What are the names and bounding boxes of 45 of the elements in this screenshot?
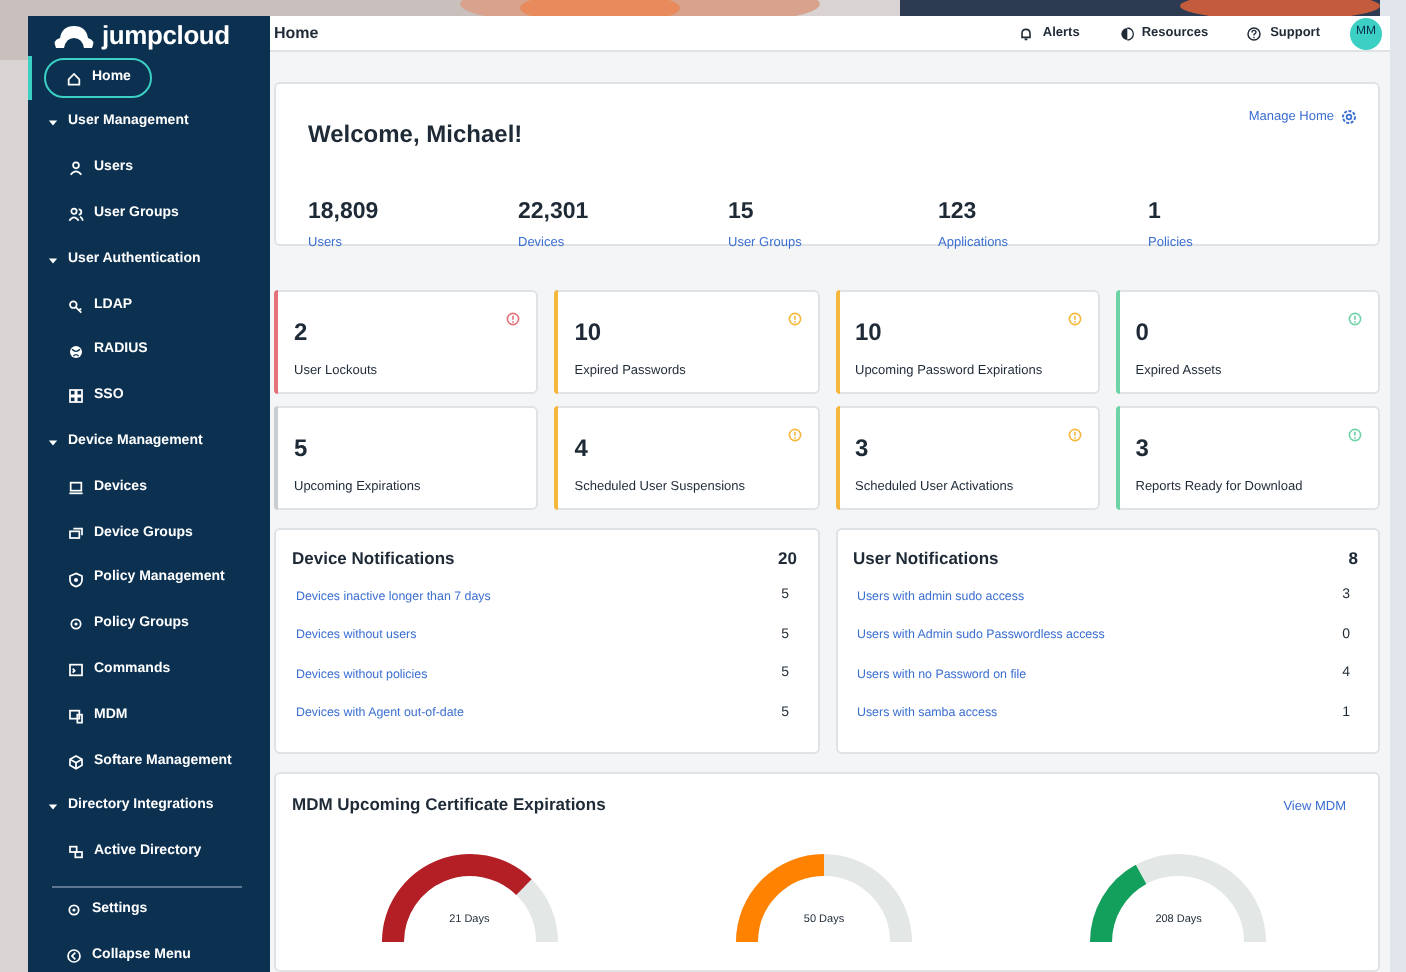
folder-icon	[68, 844, 84, 861]
shield-gear-icon	[68, 571, 84, 588]
laptop-icon	[68, 480, 84, 497]
key-icon	[68, 297, 84, 314]
help-icon	[1246, 25, 1263, 41]
bell-icon	[1018, 25, 1035, 41]
caret-icon	[48, 255, 58, 266]
home-icon	[66, 69, 82, 86]
laptops-icon	[68, 525, 84, 542]
stat-value: 123	[938, 198, 979, 228]
page-title: Home	[274, 21, 319, 45]
stat-value: 15	[728, 198, 756, 228]
collapse-icon	[66, 948, 82, 965]
notification-total: 8	[1348, 546, 1358, 572]
alert-count: 10	[855, 316, 882, 350]
card-title: User Notifications	[853, 546, 999, 572]
cloud-icon	[52, 22, 96, 49]
card-title: Device Notifications	[292, 546, 455, 572]
alert-count: 3	[855, 432, 869, 466]
welcome-title: Welcome, Michael!	[308, 118, 523, 152]
alert-count: 4	[574, 432, 588, 466]
alert-count: 2	[294, 316, 308, 350]
caret-icon	[48, 437, 58, 448]
stat-value: 1	[1148, 198, 1163, 228]
person-icon	[68, 160, 84, 177]
terminal-icon	[68, 662, 84, 679]
alert-count: 0	[1135, 316, 1149, 350]
half-circle-icon	[1117, 25, 1134, 41]
devices-icon	[68, 708, 84, 725]
settings-icon	[1340, 108, 1358, 127]
grid-icon	[68, 388, 84, 405]
notification-total: 20	[778, 546, 797, 572]
stat-value: 18,809	[308, 198, 381, 228]
alert-count: 5	[294, 432, 308, 466]
stat-value: 22,301	[518, 198, 591, 228]
alert-count: 3	[1135, 432, 1149, 466]
caret-icon	[48, 118, 58, 129]
card-title: MDM Upcoming Certificate Expirations	[292, 792, 606, 818]
alert-count: 10	[574, 316, 602, 350]
caret-icon	[48, 802, 58, 813]
gear-icon	[66, 902, 82, 919]
gear-icon	[68, 616, 84, 633]
logo-text: jumpcloud	[102, 18, 230, 54]
package-icon	[68, 753, 84, 770]
people-icon	[68, 206, 84, 223]
